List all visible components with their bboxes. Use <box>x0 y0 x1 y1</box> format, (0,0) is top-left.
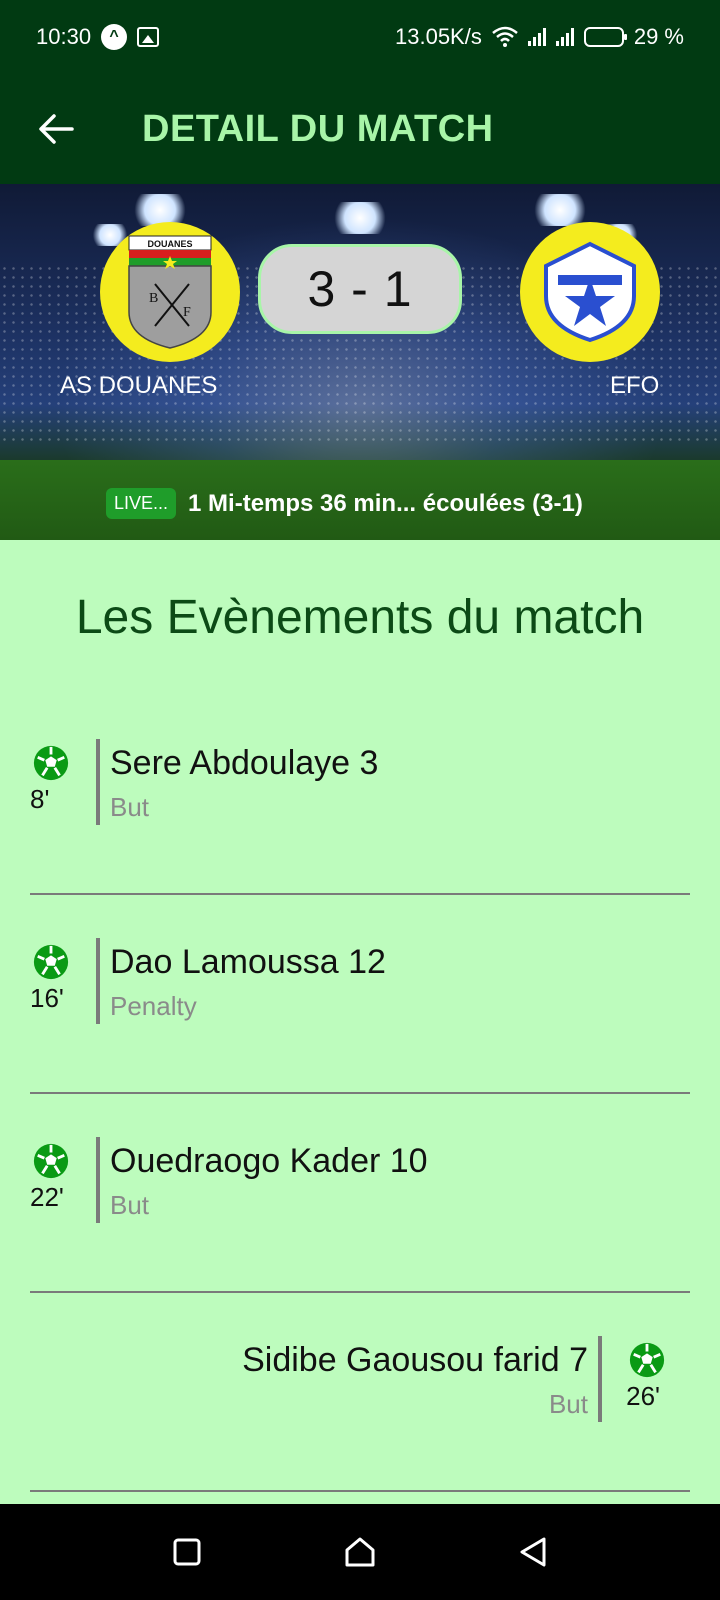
event-type: Penalty <box>110 991 197 1021</box>
battery-level: 29 % <box>633 24 684 49</box>
notification-a-icon: ^ <box>101 24 128 50</box>
event-player: Ouedraogo Kader 10 <box>110 1142 428 1180</box>
page-title: DETAIL DU MATCH <box>142 107 494 150</box>
event-row[interactable]: 8' Sere Abdoulaye 3 But <box>30 696 690 895</box>
efo-crest-icon <box>544 241 636 343</box>
event-minute: 8' <box>30 784 50 814</box>
network-speed: 13.05K/s <box>395 24 482 49</box>
event-row[interactable]: 16' Dao Lamoussa 12 Penalty <box>30 895 690 1094</box>
back-button[interactable] <box>26 99 86 159</box>
event-row[interactable]: 26' Sidibe Gaousou farid 7 But <box>30 1293 690 1492</box>
soccer-ball-icon <box>33 944 69 980</box>
douanes-crest-icon: DOUANES B F <box>128 235 212 349</box>
event-minute: 16' <box>30 983 64 1013</box>
away-team-name: EFO <box>610 372 660 399</box>
event-divider <box>96 938 100 1024</box>
nav-back-button[interactable] <box>503 1522 563 1582</box>
event-divider <box>96 1137 100 1223</box>
event-player: Sere Abdoulaye 3 <box>110 744 379 782</box>
wifi-icon <box>492 26 518 47</box>
event-player: Dao Lamoussa 12 <box>110 943 386 981</box>
live-badge: LIVE... <box>106 488 177 519</box>
status-bar: 10:30 ^ 13.05K/s 29 % <box>0 0 720 74</box>
status-right: 13.05K/s 29 % <box>395 24 684 50</box>
score-display: 3 - 1 <box>258 244 462 334</box>
square-icon <box>173 1538 201 1566</box>
event-minute: 22' <box>30 1182 64 1212</box>
svg-text:B: B <box>149 291 158 306</box>
system-nav-bar <box>0 1504 720 1600</box>
status-time: 10:30 <box>36 24 92 49</box>
match-header: DOUANES B F AS DOUANES 3 - 1 EFO LIVE...… <box>0 184 720 540</box>
svg-text:F: F <box>183 305 191 320</box>
home-icon <box>345 1537 375 1567</box>
event-player: Sidibe Gaousou farid 7 <box>242 1341 588 1379</box>
recents-button[interactable] <box>157 1522 217 1582</box>
stadium-light-icon <box>130 194 190 226</box>
home-logo-text: DOUANES <box>147 239 192 249</box>
soccer-ball-icon <box>629 1342 665 1378</box>
stadium-light-icon <box>530 194 590 226</box>
live-status-row: LIVE... 1 Mi-temps 36 min... écoulées (3… <box>106 488 583 519</box>
signal-icon-2 <box>555 28 574 46</box>
event-divider <box>96 739 100 825</box>
app-bar: DETAIL DU MATCH <box>0 74 720 184</box>
away-team-logo[interactable] <box>520 222 660 362</box>
signal-icon-1 <box>527 28 546 46</box>
home-team-logo[interactable]: DOUANES B F <box>100 222 240 362</box>
event-type: But <box>110 1190 150 1220</box>
soccer-ball-icon <box>33 745 69 781</box>
gallery-notification-icon <box>137 27 160 47</box>
event-type: But <box>110 792 150 822</box>
home-team-name: AS DOUANES <box>60 372 218 399</box>
home-button[interactable] <box>330 1522 390 1582</box>
arrow-left-icon <box>39 114 74 144</box>
soccer-ball-icon <box>33 1143 69 1179</box>
triangle-back-icon <box>520 1537 546 1567</box>
event-minute: 26' <box>626 1381 660 1411</box>
battery-icon <box>583 27 627 47</box>
stadium-light-icon <box>330 202 390 234</box>
events-title: Les Evènements du match <box>75 591 645 644</box>
status-left: 10:30 ^ <box>36 24 160 50</box>
event-divider <box>598 1336 602 1422</box>
event-row[interactable]: 22' Ouedraogo Kader 10 But <box>30 1094 690 1293</box>
event-type: But <box>548 1389 588 1419</box>
match-status-text: 1 Mi-temps 36 min... écoulées (3-1) <box>188 489 583 517</box>
